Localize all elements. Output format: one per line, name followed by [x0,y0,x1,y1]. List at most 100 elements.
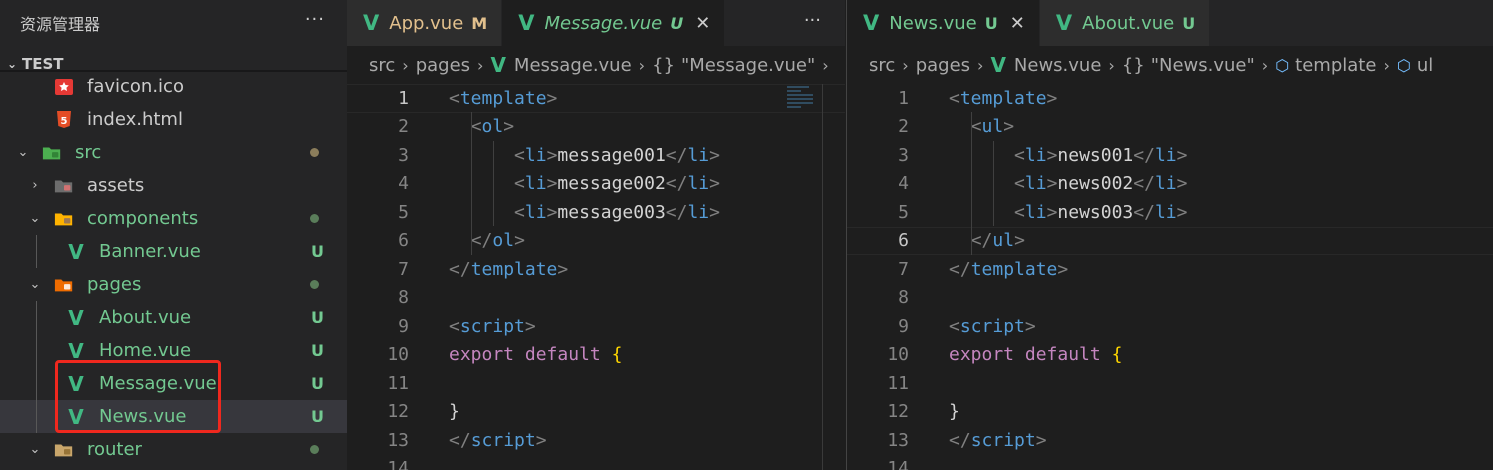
line-number: 13 [887,429,909,451]
line-number: 3 [398,144,409,166]
code-line[interactable]: 7 </template> [847,255,1493,284]
tab-message-vue[interactable]: V Message.vue U ✕ [502,0,726,46]
code-line[interactable]: 10 export default { [347,341,845,370]
tab-bar: V App.vue M V Message.vue U ✕ ··· [347,0,845,46]
breadcrumb-item-src[interactable]: src [869,55,895,76]
tree-folder[interactable]: ⌄ components [0,202,347,235]
code-line[interactable]: 2 <ul> [847,113,1493,142]
tree-folder[interactable]: ⌄ src [0,136,347,169]
tab-app-vue[interactable]: V App.vue M [347,0,503,46]
tree-item-label: Banner.vue [99,241,201,262]
code-line[interactable]: 8 [847,284,1493,313]
code-editor[interactable]: 1 <template> 2 <ul> 3 <li>news001</li> 4 <li… [847,84,1493,470]
chevron-down-icon[interactable]: ⌄ [28,442,42,457]
vue-file-icon: V [1055,11,1073,35]
close-icon[interactable]: ✕ [1010,13,1025,34]
code-line[interactable]: 2 <ol> [347,113,845,142]
breadcrumb-item-pages[interactable]: pages [916,55,970,76]
code-line[interactable]: 12} [847,398,1493,427]
code-line[interactable]: 3 <li>news001</li> [847,141,1493,170]
code-line[interactable]: 11 [847,369,1493,398]
code-text: <script> [949,315,1036,337]
tab-news-vue[interactable]: V News.vue U ✕ [847,0,1040,46]
code-text: <li>message001</li> [514,144,720,166]
line-number: 1 [398,87,409,109]
code-line[interactable]: 12} [347,398,845,427]
code-line[interactable]: 5 <li>message003</li> [347,198,845,227]
indent-guide [993,141,994,226]
tree-file[interactable]: V Banner.vue U [0,235,347,268]
breadcrumb: src › pages › V Message.vue › {} "Messag… [347,46,845,84]
indent-guide [36,301,37,334]
chevron-right-icon: › [822,55,829,75]
line-number: 2 [398,116,409,138]
code-line[interactable]: 13 </script> [847,426,1493,455]
explorer-more-actions-icon[interactable]: ··· [305,9,325,30]
tree-folder[interactable]: ⌄ router [0,433,347,466]
breadcrumb-item-ul[interactable]: ul [1417,55,1433,76]
code-line[interactable]: 5 <li>news003</li> [847,198,1493,227]
code-line[interactable]: 14 [847,455,1493,470]
line-number: 5 [898,201,909,223]
chevron-right-icon: › [402,55,409,75]
chevron-down-icon[interactable]: ⌄ [28,277,42,292]
breadcrumb-item-component[interactable]: "Message.vue" [681,55,815,76]
tree-file[interactable]: 5 index.html [0,103,347,136]
tree-item-label: favicon.ico [87,76,184,97]
code-text: </template> [449,258,569,280]
line-number: 10 [387,344,409,366]
chevron-right-icon: › [1261,55,1269,75]
code-line[interactable]: 7 </template> [347,255,845,284]
breadcrumb-item-file[interactable]: News.vue [1014,55,1102,76]
minimap[interactable] [787,84,817,124]
code-line[interactable]: 1 <template> [347,84,845,113]
code-line[interactable]: 4 <li>news002</li> [847,170,1493,199]
tree-folder[interactable]: ⌄ pages [0,268,347,301]
line-number: 4 [898,173,909,195]
scrollbar-track[interactable] [822,84,823,470]
code-line[interactable]: 6 </ul> [847,226,1493,255]
tree-file[interactable]: favicon.ico [0,70,347,103]
breadcrumb-item-pages[interactable]: pages [416,55,470,76]
tree-item-label: src [75,142,102,163]
git-status-dot [310,280,319,289]
code-line[interactable]: 8 [347,284,845,313]
code-line[interactable]: 4 <li>message002</li> [347,170,845,199]
breadcrumb-item-component[interactable]: "News.vue" [1151,55,1255,76]
cube-icon: ⬡ [1396,55,1411,75]
code-editor[interactable]: 1 <template> 2 <ol> 3 <li>message001</li> 4 … [347,84,845,470]
braces-icon: {} [1121,54,1145,76]
tree-folder[interactable]: › assets [0,169,347,202]
folder-router-icon [54,440,74,460]
chevron-down-icon[interactable]: ⌄ [16,145,30,160]
folder-components-icon [54,209,74,229]
code-text: </script> [949,429,1047,451]
code-line[interactable]: 11 [347,369,845,398]
tree-item-label: components [87,208,199,229]
chevron-down-icon[interactable]: ⌄ [28,211,42,226]
tree-file[interactable]: V About.vue U [0,301,347,334]
code-line[interactable]: 3 <li>message001</li> [347,141,845,170]
vue-file-icon: V [68,305,84,330]
folder-src-icon [42,143,62,163]
vue-file-icon: V [68,338,84,363]
code-line[interactable]: 10 export default { [847,341,1493,370]
code-line[interactable]: 14 [347,455,845,470]
tab-about-vue[interactable]: V About.vue U [1039,0,1211,46]
code-line[interactable]: 9 <script> [347,312,845,341]
code-line[interactable]: 13 </script> [347,426,845,455]
code-line[interactable]: 1 <template> [847,84,1493,113]
breadcrumb-item-file[interactable]: Message.vue [514,55,632,76]
breadcrumb-item-template[interactable]: template [1295,55,1376,76]
code-text: } [449,401,460,423]
line-number: 11 [887,372,909,394]
more-actions-icon[interactable]: ··· [804,10,821,31]
code-text: <li>message002</li> [514,173,720,195]
code-line[interactable]: 9 <script> [847,312,1493,341]
code-line[interactable]: 6 </ol> [347,227,845,256]
breadcrumb-item-src[interactable]: src [369,55,395,76]
close-icon[interactable]: ✕ [695,13,710,34]
chevron-right-icon[interactable]: › [28,178,42,193]
git-status-badge: U [311,242,324,261]
editor-group-left: V App.vue M V Message.vue U ✕ ··· src › pages ›… [347,0,845,470]
